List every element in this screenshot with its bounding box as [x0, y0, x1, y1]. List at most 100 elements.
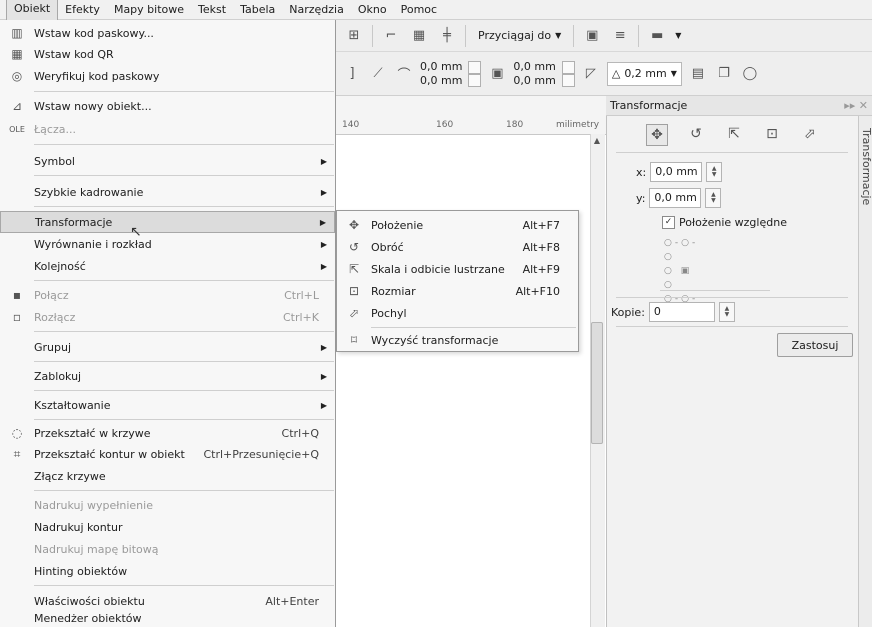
menu-item-lock[interactable]: Zablokuj ▶ — [0, 365, 335, 387]
submenu-item-scale-mirror[interactable]: ⇱ Skala i odbicie lustrzane Alt+F9 — [337, 258, 578, 280]
menu-item-break-apart[interactable]: ▫ Rozłącz Ctrl+K — [0, 306, 335, 328]
menubar-item-okno[interactable]: Okno — [351, 0, 394, 20]
submenu-item-label: Obróć — [371, 240, 404, 254]
menubar-item-obiekt[interactable]: Obiekt — [6, 0, 59, 20]
menubar-item-pomoc[interactable]: Pomoc — [394, 0, 444, 20]
menu-item-join-curves[interactable]: Złącz krzywe — [0, 465, 335, 487]
y-spinner[interactable]: ▲ ▼ — [705, 188, 722, 208]
circle-icon[interactable]: ◯ — [740, 64, 760, 84]
submenu-item-shortcut: Alt+F8 — [522, 240, 560, 254]
object-menu: ▥ Wstaw kod paskowy... ▦ Wstaw kod QR ◎ … — [0, 20, 336, 627]
options-icon[interactable]: ▣ — [582, 26, 602, 46]
size-h-field[interactable]: 0,0 mm — [513, 74, 555, 88]
chevron-right-icon: ▶ — [319, 217, 326, 227]
menu-item-links[interactable]: OLE Łącza... — [0, 118, 335, 140]
menu-item-symbol[interactable]: Symbol ▶ — [0, 150, 335, 172]
ruler-unit: milimetry — [556, 120, 600, 130]
menubar-item-mapy-bitowe[interactable]: Mapy bitowe — [107, 0, 191, 20]
submenu-item-position[interactable]: ✥ Położenie Alt+F7 — [337, 214, 578, 236]
menu-item-verify-barcode[interactable]: ◎ Weryfikuj kod paskowy — [0, 65, 335, 87]
menu-item-shortcut: Ctrl+Q — [281, 426, 319, 440]
menu-item-combine[interactable]: ▪ Połącz Ctrl+L — [0, 284, 335, 306]
position-x-field[interactable]: 0,0 mm — [420, 60, 462, 74]
position-fields: 0,0 mm 0,0 mm — [420, 60, 462, 88]
y-input[interactable]: 0,0 mm — [649, 188, 702, 208]
chevron-down-icon[interactable]: ▼ — [675, 31, 681, 40]
outline-width-dropdown[interactable]: △ 0,2 mm ▼ — [606, 61, 682, 86]
barcode-icon: ▥ — [11, 26, 23, 40]
spin-button[interactable] — [468, 73, 482, 87]
view-icon[interactable]: ▦ — [409, 26, 429, 46]
copies-spinner[interactable]: ▲ ▼ — [718, 302, 735, 322]
menubar-item-efekty[interactable]: Efekty — [58, 0, 107, 20]
skew-icon[interactable]: ⬀ — [800, 124, 820, 144]
corner-icon[interactable]: ◸ — [581, 64, 601, 84]
scale-icon[interactable]: ⇱ — [724, 124, 744, 144]
menu-item-align-distribute[interactable]: Wyrównanie i rozkład ▶ — [0, 233, 335, 255]
menu-item-order[interactable]: Kolejność ▶ — [0, 255, 335, 277]
align-icon[interactable]: ≡ — [610, 26, 630, 46]
submenu-item-clear-transformations[interactable]: ⌑ Wyczyść transformacje — [337, 329, 578, 351]
size-spinners — [561, 60, 575, 87]
divider — [616, 326, 848, 327]
lock-icon[interactable]: ▣ — [487, 64, 507, 84]
mouse-cursor-icon: ↖ — [130, 224, 142, 240]
grid-icon[interactable]: ⊞ — [344, 26, 364, 46]
menu-separator — [34, 361, 334, 362]
copies-input[interactable]: 0 — [648, 302, 715, 322]
menu-item-object-manager[interactable]: Menedżer obiektów — [0, 610, 335, 627]
menu-item-outline-to-object[interactable]: ⌗ Przekształć kontur w obiekt Ctrl+Przes… — [0, 443, 335, 465]
spin-button[interactable] — [468, 60, 482, 74]
launch-icon[interactable]: ▬ — [647, 26, 667, 46]
menu-item-overprint-fill[interactable]: Nadrukuj wypełnienie — [0, 494, 335, 516]
menu-item-label: Właściwości obiektu — [34, 594, 145, 608]
menu-item-transformations[interactable]: Transformacje ▶ — [0, 211, 335, 233]
copy-icon[interactable]: ❐ — [714, 64, 734, 84]
menu-item-shaping[interactable]: Kształtowanie ▶ — [0, 394, 335, 416]
scrollbar-thumb[interactable] — [591, 322, 603, 444]
vertical-tab-label: Transformacje — [860, 128, 872, 206]
guidelines-icon[interactable]: ╪ — [437, 26, 457, 46]
menu-item-convert-to-curves[interactable]: ◌ Przekształć w krzywe Ctrl+Q — [0, 422, 335, 444]
apply-button[interactable]: Zastosuj — [777, 333, 853, 357]
menubar-item-narzedzia[interactable]: Narzędzia — [282, 0, 351, 20]
position-y-field[interactable]: 0,0 mm — [420, 74, 462, 88]
menu-item-overprint-bitmap[interactable]: Nadrukuj mapę bitową — [0, 538, 335, 560]
submenu-item-rotate[interactable]: ↺ Obróć Alt+F8 — [337, 236, 578, 258]
toolbar-separator — [638, 24, 640, 47]
scroll-up-icon[interactable]: ▲ — [591, 136, 603, 148]
drawing-canvas[interactable] — [336, 96, 606, 627]
wrap-icon[interactable]: ▤ — [688, 64, 708, 84]
submenu-item-size[interactable]: ⊡ Rozmiar Alt+F10 — [337, 280, 578, 302]
ruler-tick: 180 — [506, 120, 524, 130]
menu-item-object-properties[interactable]: Właściwości obiektu Alt+Enter — [0, 590, 335, 612]
position-icon[interactable]: ✥ — [646, 124, 668, 146]
ruler-icon[interactable]: ⌐ — [381, 26, 401, 46]
menu-item-insert-object[interactable]: ⊿ Wstaw nowy obiekt... — [0, 95, 335, 117]
menu-item-group[interactable]: Grupuj ▶ — [0, 336, 335, 358]
line-tool-icon[interactable]: ⟋ — [368, 64, 388, 84]
menubar-item-tabela[interactable]: Tabela — [233, 0, 282, 20]
menu-item-overprint-outline[interactable]: Nadrukuj kontur — [0, 516, 335, 538]
menu-item-object-hinting[interactable]: Hinting obiektów — [0, 560, 335, 582]
x-input[interactable]: 0,0 mm — [650, 162, 703, 182]
menu-item-label: Wstaw kod QR — [34, 47, 114, 61]
curve-tool-icon[interactable]: ⌒ — [394, 64, 414, 84]
menu-item-insert-barcode[interactable]: ▥ Wstaw kod paskowy... — [0, 22, 335, 44]
relative-position-checkbox[interactable]: ✓ — [662, 216, 675, 229]
close-icon[interactable]: ▸▸ ✕ — [844, 99, 868, 112]
y-label: y: — [636, 191, 646, 205]
submenu-item-skew[interactable]: ⬀ Pochyl — [337, 302, 578, 324]
rotate-icon[interactable]: ↺ — [686, 124, 706, 144]
spin-button[interactable] — [561, 73, 575, 87]
snap-to-dropdown[interactable]: Przyciągaj do ▼ — [474, 25, 565, 47]
menubar-item-tekst[interactable]: Tekst — [191, 0, 233, 20]
size-w-field[interactable]: 0,0 mm — [513, 60, 555, 74]
spin-button[interactable] — [561, 60, 575, 74]
menu-item-insert-qr[interactable]: ▦ Wstaw kod QR — [0, 43, 335, 65]
x-spinner[interactable]: ▲ ▼ — [706, 162, 723, 182]
menu-separator — [371, 327, 576, 328]
menu-item-quick-crop[interactable]: Szybkie kadrowanie ▶ — [0, 181, 335, 203]
docker-vertical-tab[interactable]: Transformacje — [858, 116, 872, 627]
size-icon[interactable]: ⊡ — [762, 124, 782, 144]
